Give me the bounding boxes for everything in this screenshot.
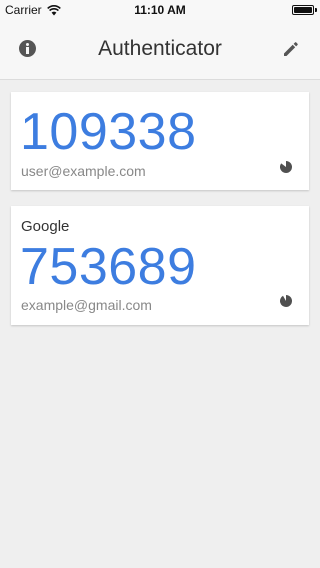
navigation-bar: Authenticator: [0, 20, 320, 80]
pencil-icon: [284, 42, 298, 56]
edit-button[interactable]: [281, 39, 301, 59]
otp-code: 753689: [20, 238, 197, 296]
account-card[interactable]: Google 753689 example@gmail.com: [11, 206, 309, 325]
account-email: user@example.com: [21, 163, 146, 179]
page-title: Authenticator: [98, 37, 222, 60]
countdown-timer-icon: [280, 295, 292, 307]
status-bar: Carrier 11:10 AM: [0, 0, 320, 20]
account-card[interactable]: 109338 user@example.com: [11, 92, 309, 190]
otp-code: 109338: [20, 103, 197, 161]
countdown-timer-icon: [280, 161, 292, 173]
account-email: example@gmail.com: [21, 297, 152, 313]
battery-icon: [292, 5, 317, 15]
account-issuer: Google: [21, 218, 70, 235]
status-time: 11:10 AM: [134, 3, 186, 17]
